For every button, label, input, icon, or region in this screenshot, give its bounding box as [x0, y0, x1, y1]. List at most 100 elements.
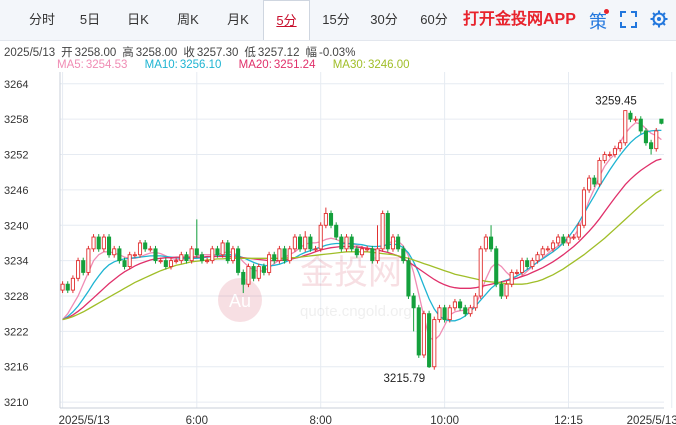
ma5-label: MA5:: [57, 59, 84, 71]
tab-intraday[interactable]: 分时: [22, 0, 62, 40]
x-tick-label: 2025/5/13: [59, 415, 110, 425]
y-tick-label: 3252: [4, 150, 28, 162]
candle-body: [514, 271, 519, 274]
candle-body: [101, 236, 106, 250]
candle-body: [401, 248, 406, 262]
candle-body: [473, 295, 478, 309]
candle-body: [199, 254, 205, 262]
tab-60-min[interactable]: 60分: [412, 0, 456, 40]
candle-body: [86, 248, 91, 273]
change-value: -0.03%: [318, 47, 356, 59]
y-tick-label: 3228: [4, 291, 28, 303]
candle-body: [282, 248, 287, 262]
ma5-value: 3254.53: [85, 59, 128, 71]
ma10-legend: MA10: 3256.10: [145, 59, 222, 71]
candle-body: [556, 236, 561, 244]
candle-body: [618, 142, 623, 150]
candle-body: [230, 248, 235, 262]
period-tab-bar: 分时 5日 日K 周K 月K 5分 15分 30分 60分 打开金投网APP 策: [0, 0, 676, 41]
x-tick-label: 10:00: [430, 415, 459, 425]
candle-body: [623, 110, 628, 144]
candle-body: [509, 271, 514, 285]
candle-body: [158, 260, 163, 263]
candle-body: [396, 236, 401, 250]
candle-body: [643, 130, 648, 144]
candle-body: [308, 236, 313, 250]
tab-monthly-k[interactable]: 月K: [216, 0, 260, 40]
ma20-legend: MA20: 3251.24: [239, 59, 316, 71]
candle-body: [292, 236, 297, 250]
candle-body: [597, 159, 602, 185]
candle-body: [489, 236, 494, 250]
info-date: 2025/5/13: [4, 47, 56, 59]
close-label: 收: [183, 47, 195, 59]
candle-body: [649, 142, 654, 150]
candle-body: [365, 248, 370, 251]
candle-body: [148, 248, 153, 251]
tab-5-day[interactable]: 5日: [70, 0, 110, 40]
candle-body: [654, 130, 659, 150]
candle-body: [432, 319, 437, 368]
candle-body: [592, 177, 597, 185]
tab-30-min[interactable]: 30分: [362, 0, 406, 40]
candle-body: [96, 236, 101, 250]
candle-body: [251, 266, 256, 279]
candle-body: [483, 236, 488, 250]
candle-body: [416, 307, 421, 356]
candle-body: [370, 248, 375, 262]
candle-body: [478, 248, 483, 297]
settings-icon[interactable]: [650, 10, 668, 28]
candle-body: [194, 248, 199, 256]
low-label: 低: [244, 47, 256, 59]
candle-body: [390, 236, 396, 250]
tab-15-min[interactable]: 15分: [316, 0, 356, 40]
watermark-text: 金投网: [300, 253, 402, 293]
ohlc-info: 2025/5/13 开 3258.00 高 3258.00 收 3257.30 低 3257.1…: [4, 44, 361, 60]
watermark: Au 金投网 quote.cngold.org: [218, 253, 412, 322]
candle-body: [179, 254, 184, 262]
candle-body: [468, 307, 473, 315]
low-value: 3257.12: [257, 47, 300, 59]
candle-body: [168, 260, 174, 267]
candle-body: [81, 260, 86, 273]
candle-body: [122, 260, 127, 267]
y-tick-label: 3234: [4, 256, 28, 268]
tab-5-min[interactable]: 5分: [263, 0, 310, 40]
candle-body: [334, 224, 339, 238]
high-price-label: 3259.45: [595, 96, 637, 108]
candle-body: [220, 242, 225, 256]
candle-body: [76, 260, 81, 279]
candle-body: [452, 301, 457, 309]
candle-body: [236, 248, 241, 273]
tab-daily-k[interactable]: 日K: [118, 0, 158, 40]
candle-body: [70, 277, 75, 291]
candle-body: [385, 213, 390, 250]
candle-body: [132, 254, 137, 257]
candle-body: [267, 254, 272, 273]
candle-body: [256, 266, 261, 279]
candlestick-chart[interactable]: Au 金投网 quote.cngold.org 3210 3216 3222 3228…: [0, 72, 676, 425]
high-label: 高: [122, 47, 134, 59]
y-tick-label: 3222: [4, 326, 28, 338]
candle-body: [163, 260, 168, 267]
candle-body: [205, 260, 210, 263]
open-app-link[interactable]: 打开金投网APP: [463, 0, 576, 40]
ma-legend: MA5: 3254.53 MA10: 3256.10 MA20: 3251.24 MA…: [57, 59, 424, 71]
candle-body: [628, 112, 633, 120]
y-tick-label: 3240: [4, 220, 28, 232]
candle-body: [437, 307, 442, 321]
candle-body: [499, 283, 504, 297]
candle-body: [566, 236, 571, 244]
candle-body: [328, 213, 334, 226]
notification-dot: [604, 9, 609, 14]
open-label: 开: [61, 47, 73, 59]
y-tick-label: 3210: [4, 397, 28, 409]
candle-body: [519, 260, 525, 273]
candle-body: [354, 248, 359, 256]
candle-body: [576, 224, 581, 238]
candle-body: [323, 213, 328, 226]
fullscreen-icon[interactable]: [620, 11, 637, 28]
candle-body: [184, 254, 189, 262]
tab-weekly-k[interactable]: 周K: [166, 0, 210, 40]
ma30-label: MA30:: [332, 59, 366, 71]
